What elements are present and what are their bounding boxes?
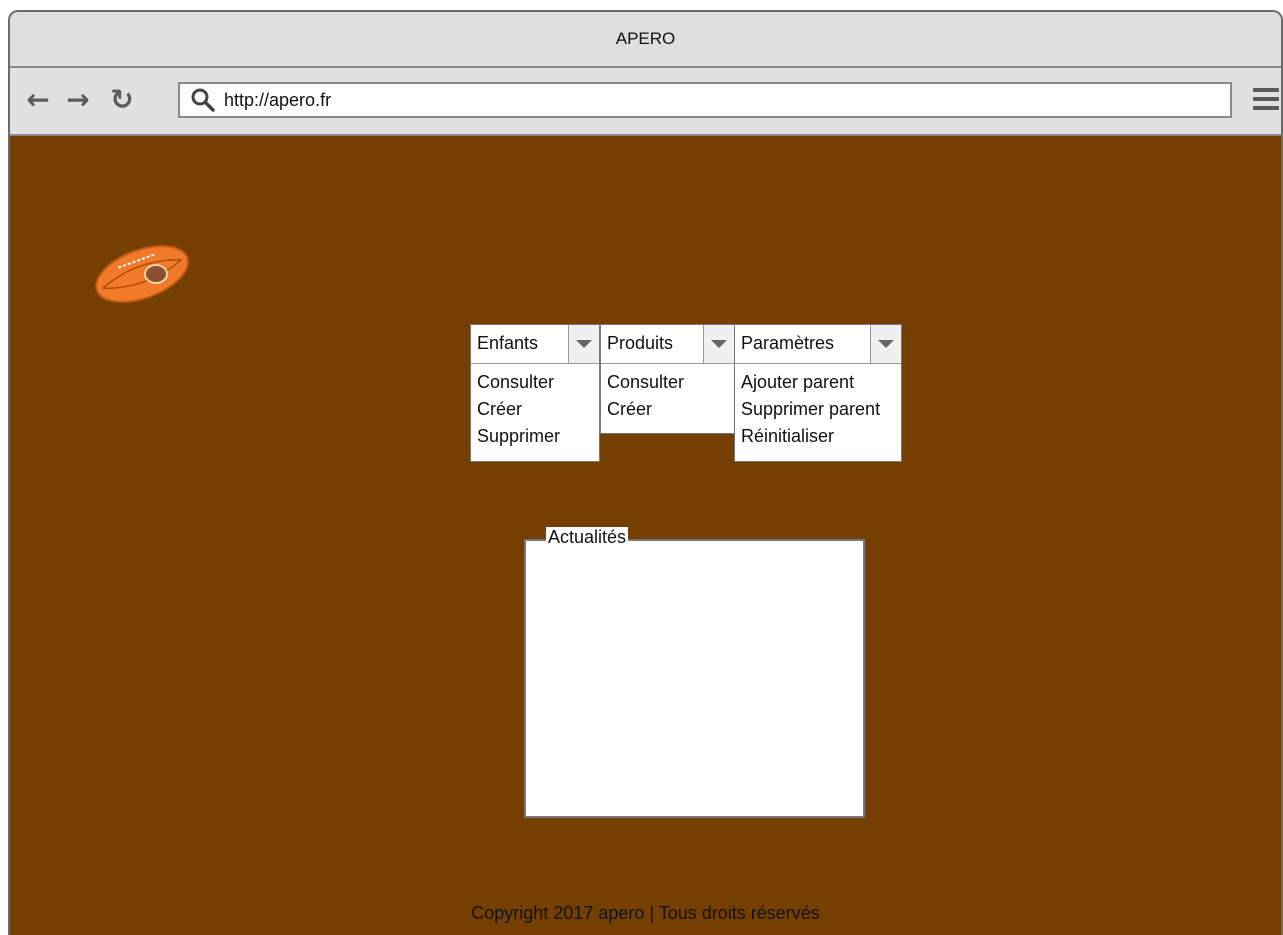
reload-button[interactable]: ↻ [108,86,136,114]
menu-item-consulter[interactable]: Consulter [477,369,560,396]
menu-item-creer[interactable]: Créer [477,396,560,423]
menu-produits[interactable]: Produits Consulter Créer [600,324,735,434]
menu-parametres-items: Ajouter parent Supprimer parent Réinitia… [741,369,897,450]
menu-item-reinitialiser[interactable]: Réinitialiser [741,423,897,450]
menu-item-supprimer-parent[interactable]: Supprimer parent [741,396,897,423]
chevron-down-icon[interactable] [870,325,901,363]
arrow-left-icon: ← [26,83,50,116]
menu-item-consulter[interactable]: Consulter [607,369,684,396]
window-title: APERO [615,29,676,48]
browser-toolbar: ← → ↻ http://apero.fr [10,68,1281,136]
chevron-down-icon[interactable] [703,325,734,363]
news-label: Actualités [546,527,629,548]
page-content: Enfants Consulter Créer Supprimer Produi… [10,136,1281,935]
menu-parametres[interactable]: Paramètres Ajouter parent Supprimer pare… [734,324,902,462]
search-icon [191,88,215,112]
back-button[interactable]: ← [24,86,52,114]
menu-produits-label[interactable]: Produits [601,325,703,363]
footer-copyright: Copyright 2017 apero | Tous droits réser… [471,903,820,923]
rugby-ball-logo [95,245,189,303]
address-bar[interactable]: http://apero.fr [178,82,1232,118]
menu-enfants-items: Consulter Créer Supprimer [477,369,560,450]
menu-produits-items: Consulter Créer [607,369,684,423]
news-panel: Actualités [524,527,865,818]
address-url[interactable]: http://apero.fr [224,90,331,111]
menu-produits-header[interactable]: Produits [601,325,734,364]
menu-enfants-label[interactable]: Enfants [471,325,568,363]
hamburger-menu-icon [1253,88,1279,110]
menu-item-supprimer[interactable]: Supprimer [477,423,560,450]
menu-parametres-header[interactable]: Paramètres [735,325,901,364]
browser-menu-button[interactable] [1253,88,1279,114]
menu-parametres-label[interactable]: Paramètres [735,325,870,363]
window-titlebar: APERO [10,12,1281,68]
reload-icon: ↻ [110,83,134,116]
menu-item-ajouter-parent[interactable]: Ajouter parent [741,369,897,396]
menu-item-creer[interactable]: Créer [607,396,684,423]
menu-enfants[interactable]: Enfants Consulter Créer Supprimer [470,324,600,462]
chevron-down-icon[interactable] [568,325,599,363]
browser-window: APERO ← → ↻ http://apero.fr Enfants Cons… [8,10,1283,935]
forward-button[interactable]: → [64,86,92,114]
menu-enfants-header[interactable]: Enfants [471,325,599,364]
arrow-right-icon: → [66,83,90,116]
